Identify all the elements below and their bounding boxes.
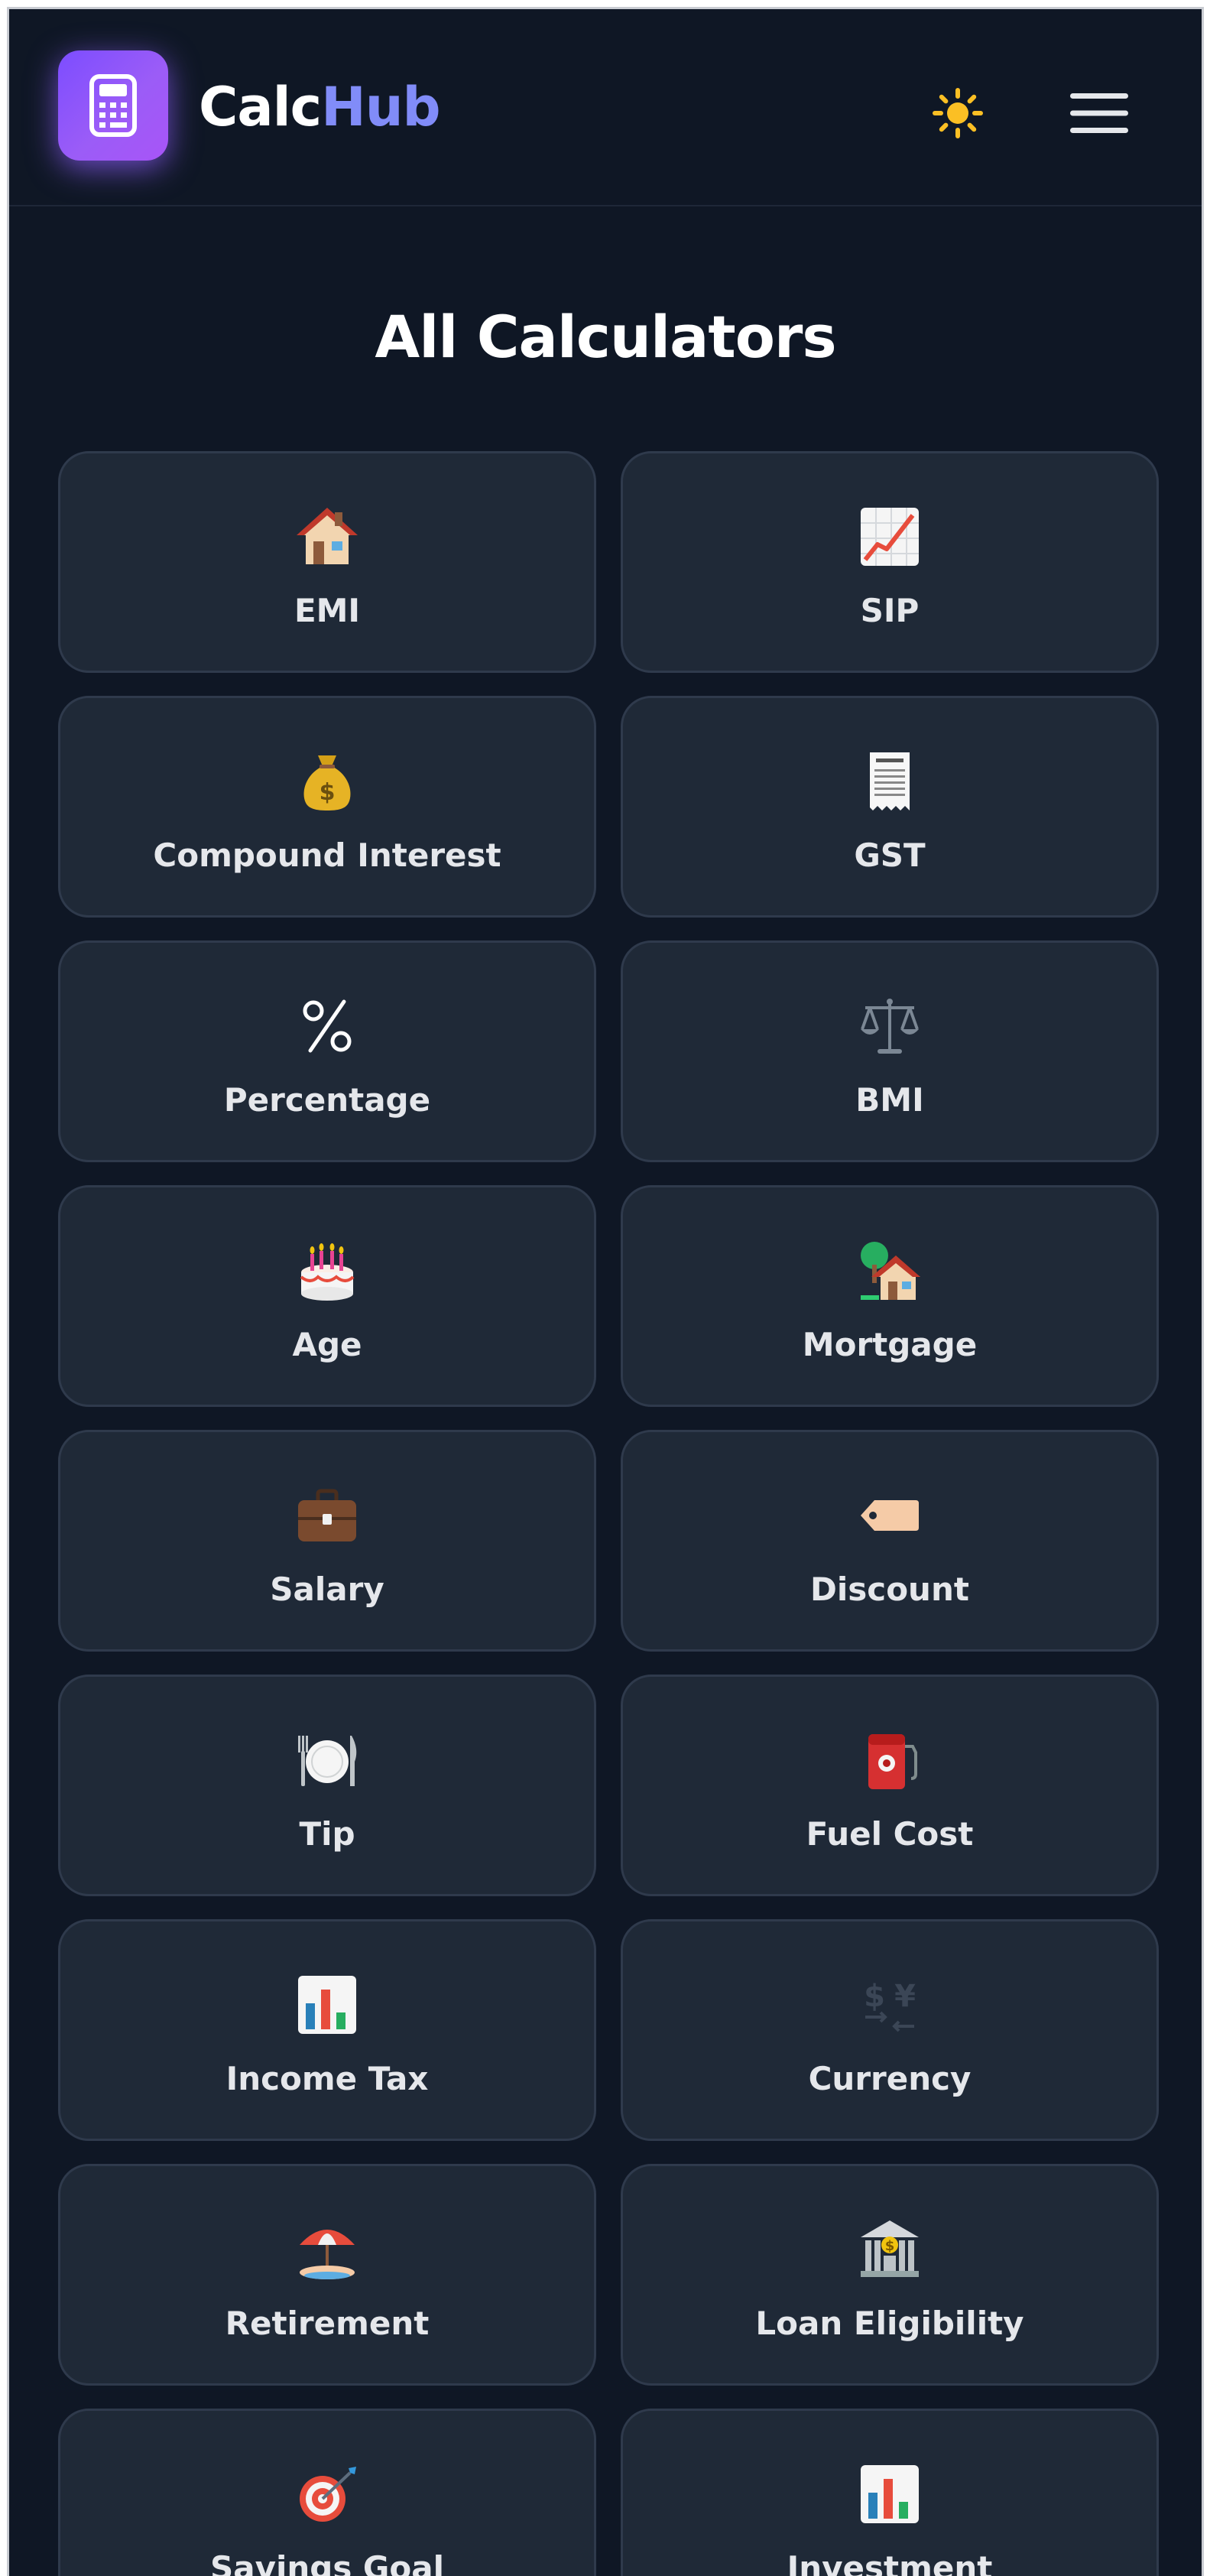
app-header: CalcHub <box>9 9 1202 206</box>
calculator-label: Tip <box>299 1815 355 1853</box>
birthday-cake-icon <box>290 1234 364 1307</box>
calculator-card-loan-eligibility[interactable]: $ Loan Eligibility <box>621 2164 1159 2386</box>
house-with-garden-icon <box>853 1234 926 1307</box>
calculator-grid: EMI SIP $ Compound Interest GST Percenta… <box>58 451 1159 2576</box>
svg-text:$: $ <box>864 1979 885 2014</box>
calculator-label: Income Tax <box>225 2060 429 2097</box>
calculator-label: Salary <box>270 1571 384 1608</box>
fuel-pump-icon <box>853 1723 926 1797</box>
calculator-label: GST <box>854 836 926 874</box>
calculator-label: Fuel Cost <box>806 1815 974 1853</box>
calculator-card-investment[interactable]: Investment <box>621 2409 1159 2576</box>
calculator-card-savings-goal[interactable]: Savings Goal <box>58 2409 596 2576</box>
svg-text:¥: ¥ <box>894 1979 916 2014</box>
calculator-label: Retirement <box>225 2305 430 2342</box>
calculator-icon <box>89 74 137 137</box>
menu-button[interactable] <box>1069 88 1130 138</box>
calculator-card-emi[interactable]: EMI <box>58 451 596 673</box>
brand-name-part2: Hub <box>321 76 441 138</box>
page-title: All Calculators <box>375 303 836 371</box>
target-icon <box>290 2457 364 2531</box>
receipt-icon <box>853 745 926 818</box>
calculator-card-fuel-cost[interactable]: Fuel Cost <box>621 1675 1159 1896</box>
house-icon <box>290 500 364 573</box>
balance-scale-icon <box>853 989 926 1063</box>
briefcase-icon <box>290 1479 364 1552</box>
calculator-label: Mortgage <box>802 1326 978 1363</box>
calculator-card-percentage[interactable]: Percentage <box>58 940 596 1162</box>
calculator-card-age[interactable]: Age <box>58 1185 596 1407</box>
calculator-card-compound-interest[interactable]: $ Compound Interest <box>58 696 596 918</box>
tag-icon <box>853 1479 926 1552</box>
bar-chart-icon <box>853 2457 926 2531</box>
svg-text:$: $ <box>885 2238 895 2254</box>
theme-toggle-button[interactable] <box>930 86 985 141</box>
calculator-label: EMI <box>294 592 361 629</box>
calculator-label: Currency <box>808 2060 972 2097</box>
beach-umbrella-icon <box>290 2213 364 2286</box>
calculator-card-currency[interactable]: $ ¥ Currency <box>621 1919 1159 2141</box>
bank-icon: $ <box>853 2213 926 2286</box>
calculator-card-income-tax[interactable]: Income Tax <box>58 1919 596 2141</box>
calculator-card-discount[interactable]: Discount <box>621 1430 1159 1652</box>
calculator-card-sip[interactable]: SIP <box>621 451 1159 673</box>
plate-cutlery-icon <box>290 1723 364 1797</box>
calculator-label: Loan Eligibility <box>755 2305 1024 2342</box>
calculator-label: Percentage <box>223 1081 431 1119</box>
money-bag-icon: $ <box>290 745 364 818</box>
brand-name[interactable]: CalcHub <box>199 76 441 138</box>
calculator-label: Investment <box>787 2549 993 2576</box>
calculator-card-salary[interactable]: Salary <box>58 1430 596 1652</box>
svg-text:$: $ <box>320 779 336 806</box>
app-frame: CalcHub All Calculators EMI SIP $ Compou… <box>7 7 1204 2576</box>
currency-exchange-icon: $ ¥ <box>853 1968 926 2042</box>
calculator-card-bmi[interactable]: BMI <box>621 940 1159 1162</box>
calculator-label: BMI <box>855 1081 924 1119</box>
calculator-card-gst[interactable]: GST <box>621 696 1159 918</box>
calculator-card-retirement[interactable]: Retirement <box>58 2164 596 2386</box>
calculator-label: SIP <box>860 592 920 629</box>
calculator-label: Discount <box>810 1571 969 1608</box>
calculator-card-tip[interactable]: Tip <box>58 1675 596 1896</box>
sun-icon <box>933 88 983 138</box>
logo[interactable] <box>58 50 168 161</box>
calculator-card-mortgage[interactable]: Mortgage <box>621 1185 1159 1407</box>
chart-increasing-icon <box>853 500 926 573</box>
percent-icon <box>290 989 364 1063</box>
bar-chart-icon <box>290 1968 364 2042</box>
calculator-label: Age <box>292 1326 362 1363</box>
hamburger-menu-icon <box>1070 93 1128 133</box>
calculator-label: Savings Goal <box>209 2549 445 2576</box>
calculator-label: Compound Interest <box>153 836 501 874</box>
brand-name-part1: Calc <box>199 76 322 138</box>
